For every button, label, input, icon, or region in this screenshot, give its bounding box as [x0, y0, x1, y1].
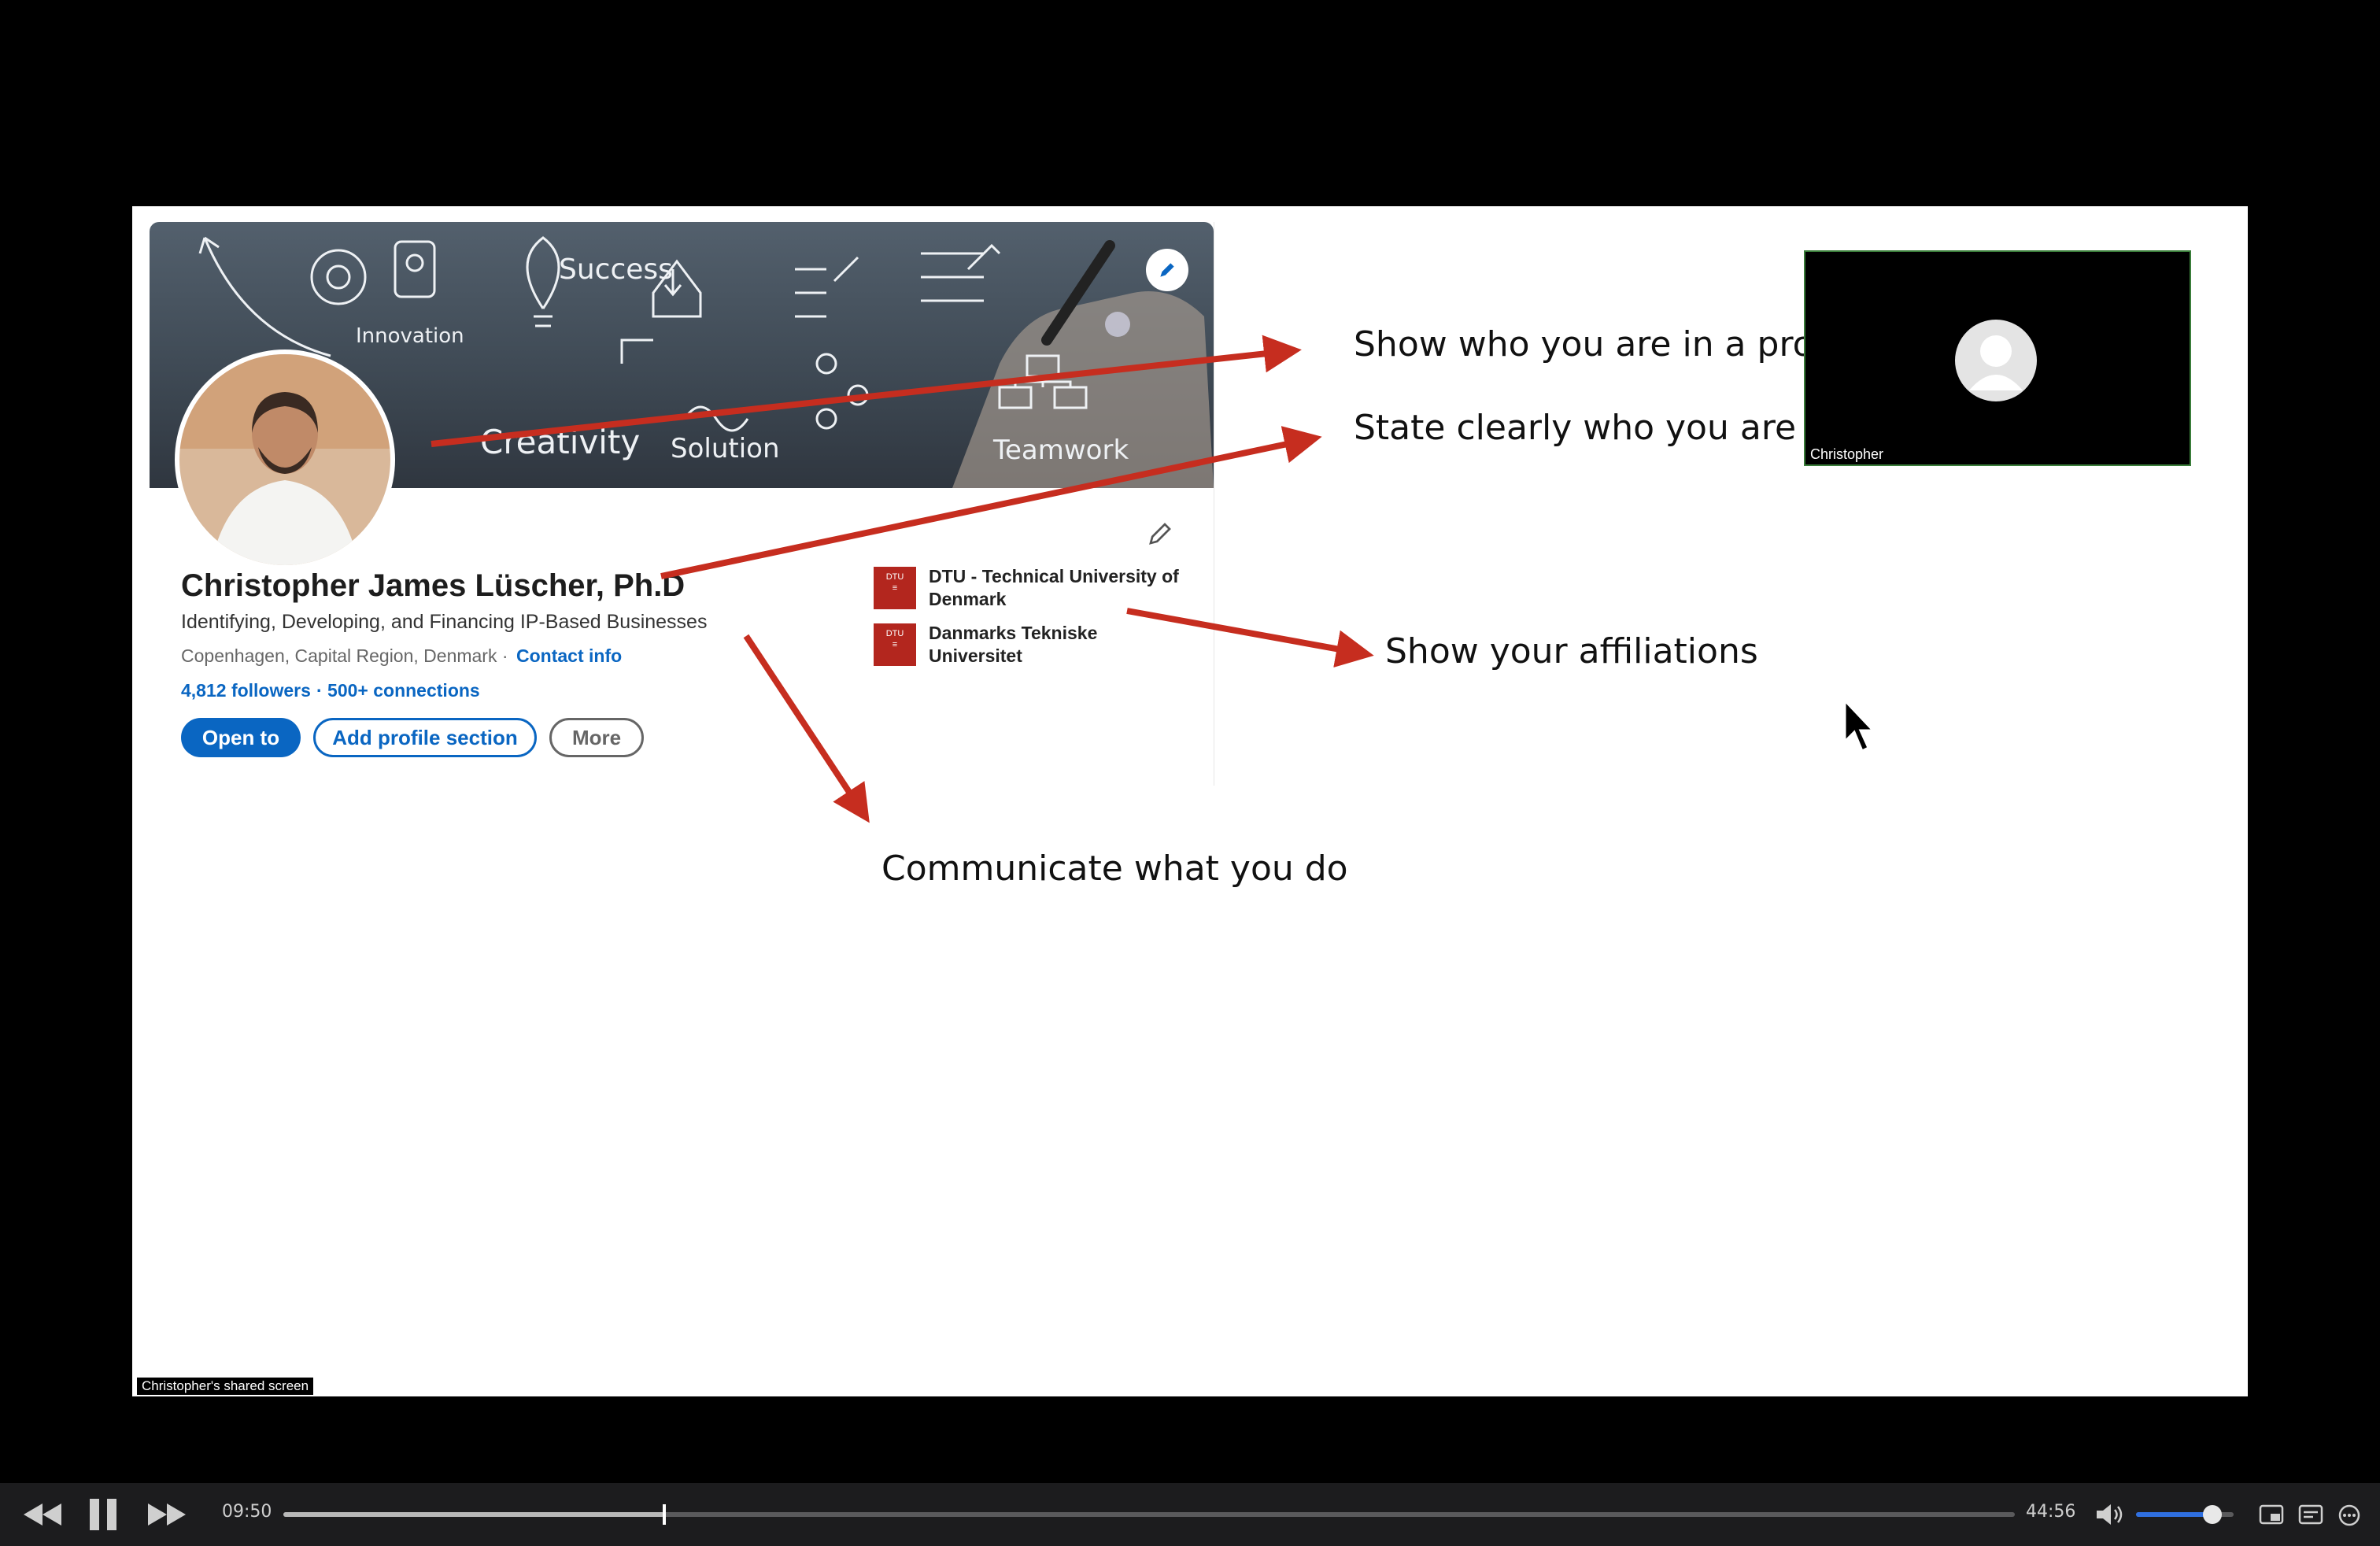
- pause-icon[interactable]: [87, 1497, 121, 1532]
- progress-handle[interactable]: [663, 1504, 666, 1525]
- volume-knob[interactable]: [2202, 1505, 2222, 1524]
- volume-slider[interactable]: [2136, 1505, 2234, 1524]
- rewind-icon[interactable]: [22, 1500, 63, 1529]
- fast-forward-icon[interactable]: [146, 1500, 187, 1529]
- participant-name: Christopher: [1810, 446, 1884, 462]
- shared-screen-slide: Success Innovation Creativity Solution T…: [132, 206, 2248, 1396]
- shared-screen-label: Christopher's shared screen: [137, 1378, 314, 1395]
- total-time: 44:56: [2026, 1502, 2076, 1522]
- avatar-placeholder-icon: [1955, 320, 2037, 401]
- progress-bar[interactable]: [283, 1504, 2015, 1525]
- mouse-cursor-icon: [1843, 699, 1876, 753]
- picture-in-picture-icon[interactable]: [2259, 1503, 2284, 1526]
- current-time: 09:50: [222, 1502, 272, 1522]
- annotation-state-clearly: State clearly who you are: [1354, 408, 1797, 448]
- volume-fill: [2136, 1512, 2212, 1517]
- annotation-affiliations: Show your affiliations: [1385, 631, 1758, 671]
- player-controls: 09:50 44:56: [0, 1483, 2380, 1546]
- volume-icon[interactable]: [2095, 1502, 2127, 1527]
- annotation-show-who: Show who you are in a profe: [1354, 324, 1848, 364]
- captions-icon[interactable]: [2298, 1503, 2323, 1526]
- progress-fill: [283, 1512, 664, 1517]
- participant-video-tile[interactable]: Christopher: [1804, 250, 2191, 466]
- annotation-communicate: Communicate what you do: [881, 849, 1348, 889]
- more-options-icon[interactable]: [2338, 1503, 2361, 1527]
